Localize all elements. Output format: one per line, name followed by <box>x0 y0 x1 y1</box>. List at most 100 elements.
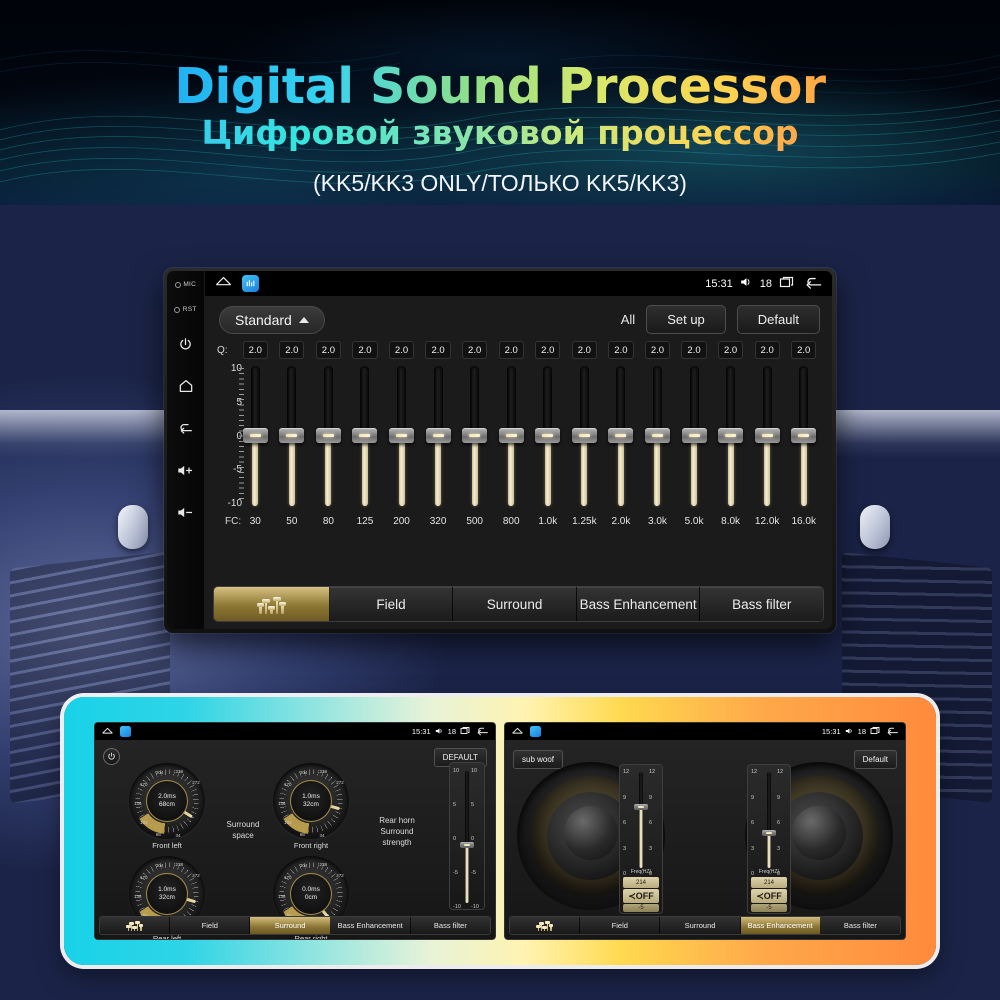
tab-bass-filter[interactable]: Bass filter <box>820 917 900 934</box>
q-value[interactable]: 2.0 <box>425 341 451 359</box>
tab-bass-enhancement[interactable]: Bass Enhancement <box>576 587 701 621</box>
slider-thumb[interactable] <box>634 804 648 810</box>
gain-value[interactable]: -5 <box>751 904 787 912</box>
default-button[interactable]: Default <box>736 305 820 334</box>
tab-bass-filter[interactable]: Bass filter <box>700 587 823 621</box>
slider-thumb[interactable] <box>571 428 597 443</box>
tab-equalizer[interactable] <box>100 917 171 934</box>
bass-slider-right[interactable]: 12 9 6 3 0 12 9 6 3 0 Freq(HZ) 214 ≺ OFF -5 <box>747 764 791 914</box>
tab-field[interactable]: Field <box>580 917 661 934</box>
dsp-app-icon[interactable] <box>530 726 541 737</box>
eq-slider-5.0k[interactable] <box>676 363 713 509</box>
slider-thumb[interactable] <box>608 428 634 443</box>
recents-icon[interactable] <box>870 726 882 737</box>
slider-thumb[interactable] <box>762 830 776 836</box>
tab-surround[interactable]: Surround <box>660 917 741 934</box>
all-label[interactable]: All <box>621 312 635 327</box>
slider-thumb[interactable] <box>389 428 415 443</box>
dsp-app-icon[interactable] <box>242 275 259 292</box>
dsp-app-icon[interactable] <box>120 726 131 737</box>
eq-slider-500[interactable] <box>456 363 493 509</box>
q-value[interactable]: 2.0 <box>644 341 671 359</box>
preset-selector[interactable]: Standard <box>219 305 325 334</box>
volume-down-icon[interactable] <box>173 499 199 525</box>
back-icon[interactable] <box>804 275 823 293</box>
eq-slider-50[interactable] <box>274 363 311 509</box>
eq-slider-2.0k[interactable] <box>603 363 640 509</box>
eq-slider-80[interactable] <box>310 363 347 509</box>
back-icon[interactable] <box>886 726 899 738</box>
filter-state-toggle[interactable]: ≺ OFF <box>751 889 787 903</box>
q-value[interactable]: 2.0 <box>571 341 597 359</box>
q-value[interactable]: 2.0 <box>681 341 707 359</box>
slider-thumb[interactable] <box>791 428 817 443</box>
freq-value[interactable]: 214 <box>623 877 659 888</box>
q-value[interactable]: 2.0 <box>352 341 378 359</box>
slider-thumb[interactable] <box>681 428 707 443</box>
slider-thumb[interactable] <box>535 428 561 443</box>
power-icon[interactable] <box>173 331 199 357</box>
q-value[interactable]: 2.0 <box>717 341 744 359</box>
gain-value[interactable]: -5 <box>623 904 659 912</box>
eq-slider-800[interactable] <box>493 363 530 509</box>
q-value[interactable]: 2.0 <box>388 341 415 359</box>
eq-slider-16.0k[interactable] <box>785 363 822 509</box>
q-value[interactable]: 2.0 <box>754 341 780 359</box>
slider-thumb[interactable] <box>425 428 451 443</box>
back-icon[interactable] <box>476 726 489 738</box>
home-icon[interactable] <box>214 274 233 294</box>
slider-thumb[interactable] <box>462 428 488 443</box>
slider-thumb[interactable] <box>352 428 378 443</box>
slider-thumb[interactable] <box>754 428 780 443</box>
q-value[interactable]: 2.0 <box>498 341 524 359</box>
eq-slider-320[interactable] <box>420 363 457 509</box>
tab-field[interactable]: Field <box>170 917 251 934</box>
eq-slider-200[interactable] <box>383 363 420 509</box>
tab-surround[interactable]: Surround <box>250 917 331 934</box>
home-icon[interactable] <box>101 723 114 741</box>
volume-up-icon[interactable] <box>173 457 199 483</box>
bass-slider-left[interactable]: 12 9 6 3 0 12 9 6 3 0 Freq(HZ) 214 ≺ OFF -5 <box>619 764 663 914</box>
eq-slider-125[interactable] <box>347 363 384 509</box>
tab-bass-enhancement[interactable]: Bass Enhancement <box>740 917 821 934</box>
eq-slider-12.0k[interactable] <box>749 363 786 509</box>
eq-slider-1.25k[interactable] <box>566 363 603 509</box>
recents-icon[interactable] <box>779 275 797 292</box>
eq-slider-3.0k[interactable] <box>639 363 676 509</box>
tab-bass-enhancement[interactable]: Bass Enhancement <box>330 917 411 934</box>
slider-thumb[interactable] <box>315 428 341 443</box>
knob-tick-label: 238 <box>319 769 328 775</box>
q-value[interactable]: 2.0 <box>791 341 817 359</box>
tab-surround[interactable]: Surround <box>453 587 577 621</box>
power-toggle-icon[interactable] <box>103 748 120 765</box>
q-value[interactable]: 2.0 <box>242 341 268 359</box>
slider-thumb[interactable] <box>644 428 670 443</box>
eq-slider-1.0k[interactable] <box>530 363 567 509</box>
q-value[interactable]: 2.0 <box>535 341 561 359</box>
eq-slider-8.0k[interactable] <box>712 363 749 509</box>
q-value[interactable]: 2.0 <box>462 341 488 359</box>
tab-bass-filter[interactable]: Bass filter <box>410 917 490 934</box>
rear-surround-strength-slider[interactable]: 10 5 0 -5 -10 10 5 0 -5 -10 <box>449 762 485 910</box>
tab-field[interactable]: Field <box>329 587 454 621</box>
knob-front-right[interactable]: 1.0ms 32cm Front right 136 170 102 204 68 238… <box>273 763 349 850</box>
slider-thumb[interactable] <box>242 428 268 443</box>
filter-state-toggle[interactable]: ≺ OFF <box>623 889 659 903</box>
tab-equalizer[interactable] <box>214 587 330 621</box>
slider-thumb[interactable] <box>279 428 305 443</box>
freq-value[interactable]: 214 <box>751 877 787 888</box>
slider-thumb[interactable] <box>498 428 524 443</box>
tab-equalizer[interactable] <box>510 917 581 934</box>
eq-slider-30[interactable] <box>237 363 274 509</box>
knob-front-left[interactable]: 2.0ms 68cm Front left 136 170 102 204 68 238 3… <box>129 763 205 850</box>
home-icon[interactable] <box>173 373 199 399</box>
setup-button[interactable]: Set up <box>646 305 726 334</box>
home-icon[interactable] <box>511 723 524 741</box>
q-value[interactable]: 2.0 <box>279 341 305 359</box>
slider-thumb[interactable] <box>460 842 474 848</box>
slider-thumb[interactable] <box>718 428 744 443</box>
q-value[interactable]: 2.0 <box>315 341 342 359</box>
q-value[interactable]: 2.0 <box>608 341 634 359</box>
recents-icon[interactable] <box>460 726 472 737</box>
back-icon[interactable] <box>173 415 199 441</box>
